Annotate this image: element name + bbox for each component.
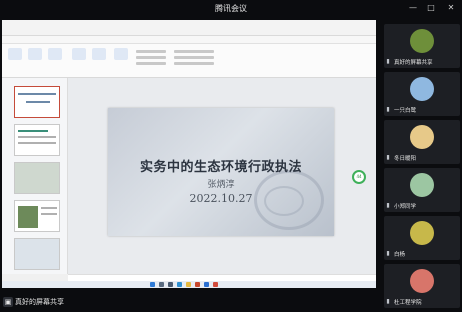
participant-list: ▮ 真好的屏幕共享 ▮ 一只白鹭 ▮ 冬日暖阳 ▮ 小郑同学 ▮ 白杨 ▮ 杜工… <box>378 20 462 312</box>
participant-name-row: ▮ 冬日暖阳 <box>384 154 416 162</box>
meeting-icon[interactable] <box>204 282 209 287</box>
microphone-icon: ▮ <box>386 106 390 113</box>
slide-thumbnail[interactable] <box>14 200 60 232</box>
microphone-icon: ▮ <box>386 58 390 65</box>
browser-icon[interactable] <box>177 282 182 287</box>
participant-tile[interactable]: ▮ 真好的屏幕共享 <box>384 24 460 68</box>
ribbon-button-icon <box>48 48 62 60</box>
participant-tile[interactable]: ▮ 小郑同学 <box>384 168 460 212</box>
screen-share-icon: ▣ <box>3 297 13 307</box>
avatar <box>410 77 434 101</box>
avatar <box>410 125 434 149</box>
slide-title: 实务中的生态环境行政执法 <box>139 160 302 175</box>
start-icon[interactable] <box>150 282 155 287</box>
participant-name: 小郑同学 <box>394 204 417 210</box>
microphone-icon: ▮ <box>386 250 390 257</box>
participant-name-row: ▮ 真好的屏幕共享 <box>384 58 433 66</box>
ribbon-button-icon <box>114 48 128 60</box>
microphone-icon: ▮ <box>386 298 390 305</box>
participant-name-row: ▮ 一只白鹭 <box>384 106 416 114</box>
ribbon-option <box>174 62 214 65</box>
slide-author: 张炳淳 <box>207 180 235 190</box>
participant-name: 白杨 <box>394 252 406 258</box>
search-icon[interactable] <box>159 282 164 287</box>
slide-thumbnail[interactable] <box>14 162 60 194</box>
slide-thumbnail[interactable] <box>14 124 60 156</box>
notes-pane[interactable] <box>68 274 376 281</box>
microphone-icon: ▮ <box>386 154 390 161</box>
slide-thumbnail[interactable] <box>14 86 60 118</box>
taskview-icon[interactable] <box>168 282 173 287</box>
title-bar: 腾讯会议 — □ ✕ <box>0 0 462 18</box>
participant-tile[interactable]: ▮ 一只白鹭 <box>384 72 460 116</box>
shared-screen: 实务中的生态环境行政执法 张炳淳 2022.10.27 44 <box>2 20 376 288</box>
slide-date: 2022.10.27 <box>189 192 253 205</box>
folder-icon[interactable] <box>186 282 191 287</box>
slide-thumbnail-pane <box>2 78 68 274</box>
slide-editing-area: 实务中的生态环境行政执法 张炳淳 2022.10.27 44 <box>68 78 376 274</box>
avatar <box>410 269 434 293</box>
participant-name: 冬日暖阳 <box>394 156 417 162</box>
participant-name: 一只白鹭 <box>394 108 417 114</box>
ribbon-option <box>136 50 166 53</box>
presentation-app-titlebar <box>2 20 376 36</box>
status-bar <box>2 274 68 281</box>
powerpoint-icon[interactable] <box>195 282 200 287</box>
ribbon-option <box>174 56 214 59</box>
avatar <box>410 29 434 53</box>
sharer-name: 真好的屏幕共享 <box>15 298 64 306</box>
ribbon-button-icon <box>8 48 22 60</box>
participant-name-row: ▮ 杜工程学院 <box>384 298 422 306</box>
microphone-icon: ▮ <box>386 202 390 209</box>
avatar <box>410 221 434 245</box>
screen-share-indicator: ▣ 真好的屏幕共享 <box>3 296 64 308</box>
ribbon-button-icon <box>28 48 42 60</box>
participant-name: 杜工程学院 <box>394 300 422 306</box>
current-slide: 实务中的生态环境行政执法 张炳淳 2022.10.27 <box>108 108 334 236</box>
participant-tile[interactable]: ▮ 冬日暖阳 <box>384 120 460 164</box>
close-button[interactable]: ✕ <box>444 2 458 14</box>
app-icon[interactable] <box>213 282 218 287</box>
ribbon-tabs <box>2 36 376 44</box>
participant-tile[interactable]: ▮ 白杨 <box>384 216 460 260</box>
avatar <box>410 173 434 197</box>
window-title: 腾讯会议 <box>215 4 247 13</box>
maximize-button[interactable]: □ <box>424 2 438 14</box>
ribbon-option <box>136 56 166 59</box>
ribbon-option <box>136 62 166 65</box>
participant-tile[interactable]: ▮ 杜工程学院 <box>384 264 460 308</box>
ribbon-toolbar <box>2 44 376 78</box>
ribbon-button-icon <box>92 48 106 60</box>
ribbon-button-icon <box>72 48 86 60</box>
windows-taskbar <box>2 281 376 288</box>
progress-badge: 44 <box>352 170 366 184</box>
participant-name: 真好的屏幕共享 <box>394 60 433 66</box>
minimize-button[interactable]: — <box>406 2 420 14</box>
ribbon-option <box>174 50 214 53</box>
slide-thumbnail[interactable] <box>14 238 60 270</box>
participant-name-row: ▮ 白杨 <box>384 250 405 258</box>
participant-name-row: ▮ 小郑同学 <box>384 202 416 210</box>
